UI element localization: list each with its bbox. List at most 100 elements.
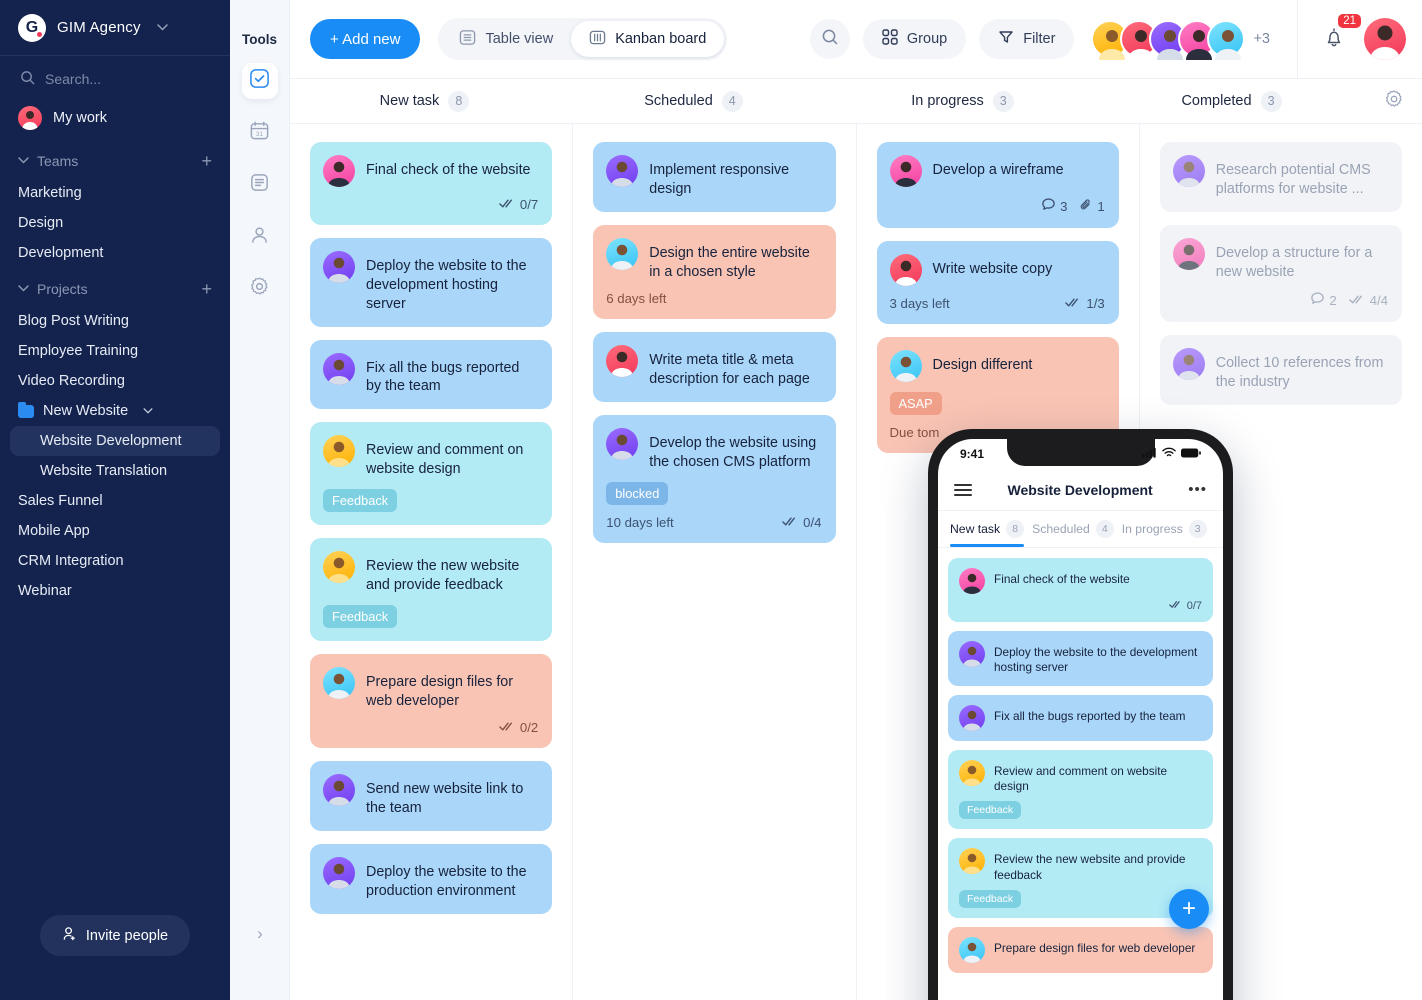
menu-icon[interactable] (954, 481, 972, 499)
sidebar-search[interactable]: Search... (0, 56, 230, 98)
phone-task-card[interactable]: Review and comment on website design Fee… (948, 749, 1213, 830)
column-header-new-task[interactable]: New task 8 (290, 90, 559, 112)
checklist-count: 0/4 (782, 514, 822, 530)
task-card[interactable]: Write website copy 3 days left 1/3 (876, 241, 1119, 324)
task-title: Develop the website using the chosen CMS… (649, 435, 817, 471)
tab-table-view[interactable]: Table view (441, 21, 571, 57)
paperclip-icon (1079, 198, 1093, 215)
sidebar-item-crm-integration[interactable]: CRM Integration (0, 546, 230, 576)
sidebar-item-label: Website Development (40, 433, 182, 449)
task-title: Write meta title & meta description for … (649, 352, 810, 388)
avatar (959, 848, 985, 875)
comment-value: 2 (1329, 292, 1337, 308)
checklist-value: 4/4 (1369, 292, 1388, 308)
avatar (606, 345, 639, 378)
sidebar-item-website-translation[interactable]: Website Translation (0, 456, 230, 486)
sidebar-item-webinar[interactable]: Webinar (0, 576, 230, 606)
avatar (1207, 20, 1246, 60)
due-date: 10 days left (606, 514, 674, 530)
sidebar-item-label: Marketing (18, 185, 82, 201)
sidebar-item-mobile-app[interactable]: Mobile App (0, 516, 230, 546)
sidebar-item-marketing[interactable]: Marketing (0, 178, 230, 208)
phone-task-card[interactable]: Final check of the website 0/7 (948, 558, 1213, 622)
task-card[interactable]: Develop a wireframe 3 1 (876, 142, 1119, 228)
phone-tab-new-task[interactable]: New task 8 (950, 520, 1025, 547)
task-card[interactable]: Prepare design files for web developer 0… (310, 653, 553, 749)
tab-label: Table view (485, 31, 554, 47)
sidebar-item-new-website[interactable]: New Website (0, 396, 230, 426)
avatar (323, 251, 355, 283)
task-title: Write website copy (932, 261, 1053, 277)
add-project-button[interactable]: + (201, 280, 212, 298)
notifications-button[interactable]: 21 (1317, 14, 1361, 56)
task-card[interactable]: Final check of the website 0/7 (310, 142, 553, 225)
comment-count: 2 (1310, 291, 1337, 309)
task-title: Research potential CMS platforms for web… (1215, 162, 1371, 197)
more-icon[interactable]: ••• (1188, 481, 1207, 498)
task-card[interactable]: Send new website link to the team (310, 761, 553, 832)
task-card[interactable]: Fix all the bugs reported by the team (310, 339, 553, 410)
task-card[interactable]: Deploy the website to the development ho… (310, 238, 553, 327)
group-button[interactable]: Group (862, 19, 967, 59)
column-header-completed[interactable]: Completed 3 (1097, 90, 1366, 112)
sidebar-item-video-recording[interactable]: Video Recording (0, 366, 230, 396)
sidebar-group-teams[interactable]: Teams + (0, 140, 230, 178)
column-scheduled: Implement responsive design Design the e… (573, 124, 857, 1000)
column-count: 8 (448, 90, 470, 112)
add-task-fab[interactable]: + (1169, 889, 1209, 929)
tool-calendar-button[interactable]: 31 (242, 115, 278, 151)
filter-button[interactable]: Filter (979, 19, 1075, 59)
search-button[interactable] (809, 19, 850, 59)
task-title: Review the new website and provide feedb… (366, 558, 520, 593)
phone-tab-scheduled[interactable]: Scheduled 4 (1032, 520, 1114, 547)
sidebar-item-label: Video Recording (18, 373, 125, 389)
wifi-icon (1162, 447, 1176, 461)
expand-rail-button[interactable]: › (230, 924, 290, 944)
board-settings-button[interactable] (1366, 89, 1422, 114)
phone-task-card[interactable]: Prepare design files for web developer (948, 926, 1213, 973)
member-avatars[interactable]: +3 (1091, 20, 1270, 60)
task-card[interactable]: Implement responsive design (593, 142, 836, 212)
phone-tab-in-progress[interactable]: In progress 3 (1122, 520, 1207, 547)
tool-tasks-button[interactable] (241, 63, 278, 99)
sidebar-item-my-work[interactable]: My work (0, 98, 230, 140)
add-new-button[interactable]: + Add new (310, 19, 421, 59)
avatar-more-count[interactable]: +3 (1253, 31, 1270, 47)
sidebar-item-website-development[interactable]: Website Development (10, 426, 220, 456)
task-card[interactable]: Design the entire website in a chosen st… (593, 224, 836, 320)
tool-notes-button[interactable] (242, 167, 278, 203)
task-card[interactable]: Review and comment on website design Fee… (310, 422, 553, 526)
task-card[interactable]: Collect 10 references from the industry (1159, 335, 1402, 406)
sidebar-item-design[interactable]: Design (0, 208, 230, 238)
checklist-count: 0/7 (499, 197, 538, 212)
task-card[interactable]: Develop the website using the chosen CMS… (593, 415, 836, 543)
sidebar-item-development[interactable]: Development (0, 238, 230, 268)
checklist-count: 0/7 (1168, 600, 1202, 612)
column-header-scheduled[interactable]: Scheduled 4 (559, 90, 828, 112)
task-card[interactable]: Develop a structure for a new website 2 (1159, 224, 1402, 323)
checklist-value: 0/4 (803, 514, 822, 530)
sidebar-item-blog-post-writing[interactable]: Blog Post Writing (0, 306, 230, 336)
tool-settings-button[interactable] (242, 271, 278, 307)
task-card[interactable]: Write meta title & meta description for … (593, 332, 836, 403)
invite-people-button[interactable]: Invite people (39, 915, 191, 956)
phone-task-list[interactable]: Final check of the website 0/7 Deploy th… (938, 548, 1223, 1000)
workspace-switcher[interactable]: G GIM Agency (0, 0, 230, 56)
avatar (889, 350, 922, 382)
tab-kanban-board[interactable]: Kanban board (571, 21, 725, 57)
column-header-in-progress[interactable]: In progress 3 (828, 90, 1097, 112)
sidebar-group-projects[interactable]: Projects + (0, 268, 230, 306)
task-card[interactable]: Deploy the website to the production env… (310, 844, 553, 914)
sidebar-item-employee-training[interactable]: Employee Training (0, 336, 230, 366)
phone-task-card[interactable]: Deploy the website to the development ho… (948, 631, 1213, 686)
task-card[interactable]: Review the new website and provide feedb… (310, 538, 553, 641)
person-add-icon (62, 926, 77, 945)
task-card[interactable]: Research potential CMS platforms for web… (1159, 142, 1402, 212)
add-team-button[interactable]: + (201, 152, 212, 170)
due-date: Due tom (889, 425, 940, 440)
user-avatar[interactable] (1364, 18, 1406, 60)
sidebar-item-sales-funnel[interactable]: Sales Funnel (0, 486, 230, 516)
tool-contacts-button[interactable] (242, 219, 278, 255)
chevron-down-icon (143, 406, 153, 417)
phone-task-card[interactable]: Fix all the bugs reported by the team (948, 694, 1213, 741)
